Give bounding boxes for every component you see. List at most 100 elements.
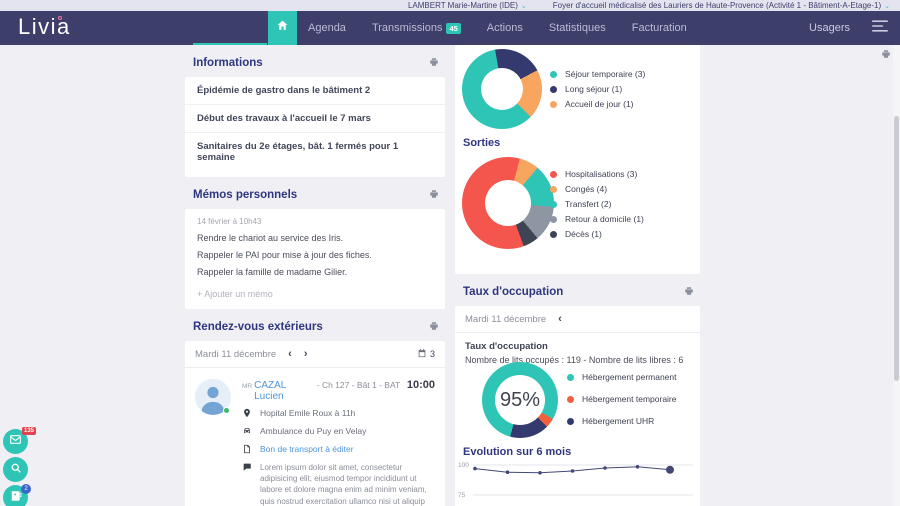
data-point[interactable] — [571, 469, 575, 473]
prev-day-button[interactable]: ‹ — [558, 313, 562, 325]
appointment-body: MrCAZAL Lucien- Ch 127 - Bât 1 - BAT 110… — [242, 379, 435, 506]
facility-menu[interactable]: Foyer d'accueil médicalisé des Lauriers … — [553, 1, 890, 10]
rdv-card: Mardi 11 décembre ‹ › 3 MrCAZAL Lucien- … — [185, 341, 445, 506]
legend-item[interactable]: Retour à domicile (1) — [550, 214, 644, 224]
nav-menu: Agenda Transmissions45 Actions Statistiques… — [308, 11, 713, 45]
room-info: - Ch 127 - Bât 1 - BAT 1 — [317, 380, 401, 390]
data-point[interactable] — [636, 465, 640, 469]
search-button[interactable] — [3, 457, 28, 482]
resident-avatar — [195, 379, 231, 415]
print-icon[interactable] — [429, 318, 439, 336]
appointment-row[interactable]: MrCAZAL Lucien- Ch 127 - Bât 1 - BAT 110… — [185, 368, 445, 506]
floating-actions: 135 2 — [3, 429, 28, 506]
nav-item-facturation[interactable]: Facturation — [632, 22, 687, 34]
legend-label: Hébergement permanent — [582, 372, 677, 382]
legend-dot — [550, 171, 557, 178]
civility-label: Mr — [242, 383, 252, 390]
home-icon — [276, 19, 289, 37]
nav-item-agenda[interactable]: Agenda — [308, 22, 346, 34]
right-column: Séjour temporaire (3) Long séjour (1) Accu… — [455, 45, 700, 506]
search-icon — [10, 461, 22, 479]
contacts-button[interactable]: 2 — [3, 485, 28, 506]
transport-icon — [242, 426, 252, 438]
add-memo-button[interactable]: + Ajouter un mémo — [197, 289, 433, 299]
appointment-detail-row: Lorem ipsum dolor sit amet, consectetur … — [242, 462, 435, 506]
legend-item[interactable]: Hébergement UHR — [567, 416, 677, 426]
information-item[interactable]: Début des travaux à l'accueil le 7 mars — [185, 105, 445, 133]
contact-card-icon — [10, 489, 22, 506]
nav-badge: 45 — [446, 23, 460, 34]
data-point[interactable] — [538, 471, 542, 475]
memo-item[interactable]: Rendre le chariot au service des Iris. — [197, 233, 433, 243]
legend-item[interactable]: Congés (4) — [550, 184, 644, 194]
app-logo[interactable]: Livia — [18, 14, 71, 40]
messages-button[interactable]: 135 — [3, 429, 28, 454]
entrees-donut-chart[interactable] — [462, 49, 542, 129]
legend-item[interactable]: Long séjour (1) — [550, 84, 645, 94]
data-point[interactable] — [666, 466, 674, 474]
legend-dot — [550, 101, 557, 108]
legend-item[interactable]: Décès (1) — [550, 229, 644, 239]
legend-label: Transfert (2) — [565, 199, 611, 209]
main-navbar: Livia Agenda Transmissions45 Actions Statis… — [0, 11, 900, 45]
user-name: LAMBERT Marie-Martine (IDE) — [408, 1, 518, 10]
print-icon[interactable] — [429, 186, 439, 204]
nav-item-actions[interactable]: Actions — [487, 22, 523, 34]
information-item[interactable]: Épidémie de gastro dans le bâtiment 2 — [185, 77, 445, 105]
occupation-card: Mardi 11 décembre ‹ Taux d'occupation No… — [455, 306, 700, 506]
legend-label: Long séjour (1) — [565, 84, 622, 94]
document-icon — [242, 444, 252, 456]
nav-item-label: Actions — [487, 22, 523, 34]
scrollbar-thumb[interactable] — [894, 116, 899, 381]
legend-item[interactable]: Hébergement temporaire — [567, 394, 677, 404]
memo-item[interactable]: Rappeler le PAI pour mise à jour des fic… — [197, 250, 433, 260]
chevron-down-icon: ⌄ — [521, 2, 527, 10]
movements-card: Séjour temporaire (3) Long séjour (1) Accu… — [455, 45, 700, 274]
prev-day-button[interactable]: ‹ — [288, 348, 292, 360]
data-point[interactable] — [473, 467, 477, 471]
memos-card: 14 février à 10h43 Rendre le chariot au … — [185, 209, 445, 309]
legend-item[interactable]: Hospitalisations (3) — [550, 169, 644, 179]
user-menu[interactable]: LAMBERT Marie-Martine (IDE) ⌄ — [408, 1, 527, 10]
memos-title: Mémos personnels — [193, 189, 297, 201]
legend-item[interactable]: Transfert (2) — [550, 199, 644, 209]
nav-item-statistiques[interactable]: Statistiques — [549, 22, 606, 34]
evolution-line-chart[interactable]: 10075 — [457, 457, 697, 506]
legend-item[interactable]: Séjour temporaire (3) — [550, 69, 645, 79]
memo-item[interactable]: Rappeler la famille de madame Gilier. — [197, 267, 433, 277]
appointment-detail-row: Bon de transport à éditer — [242, 444, 435, 456]
print-icon[interactable] — [684, 283, 694, 301]
nav-home-button[interactable] — [268, 11, 297, 45]
print-icon[interactable] — [429, 54, 439, 72]
occupation-legend: Hébergement permanent Hébergement tempora… — [567, 372, 677, 426]
transport-voucher-link[interactable]: Bon de transport à éditer — [260, 444, 354, 454]
rdv-count[interactable]: 3 — [417, 348, 435, 360]
nav-item-transmissions[interactable]: Transmissions45 — [372, 22, 461, 34]
legend-label: Séjour temporaire (3) — [565, 69, 645, 79]
legend-item[interactable]: Accueil de jour (1) — [550, 99, 645, 109]
comment-icon — [242, 462, 252, 474]
occupation-subtitle: Taux d'occupation — [465, 341, 690, 352]
next-day-button[interactable]: › — [304, 348, 308, 360]
rdv-count-value: 3 — [430, 349, 435, 359]
information-item[interactable]: Sanitaires du 2e étages, bât. 1 fermés p… — [185, 133, 445, 171]
occupation-title: Taux d'occupation — [463, 286, 563, 298]
rdv-title: Rendez-vous extérieurs — [193, 321, 323, 333]
page-print-icon[interactable] — [881, 46, 891, 64]
legend-dot — [567, 396, 574, 403]
legend-dot — [550, 231, 557, 238]
data-point[interactable] — [506, 470, 510, 474]
legend-label: Décès (1) — [565, 229, 602, 239]
resident-name-link[interactable]: CAZAL Lucien — [254, 380, 314, 402]
legend-dot — [550, 71, 557, 78]
legend-dot — [550, 201, 557, 208]
sorties-legend: Hospitalisations (3) Congés (4) Transfert … — [550, 169, 644, 239]
data-point[interactable] — [603, 466, 607, 470]
legend-dot — [550, 216, 557, 223]
nav-usagers-button[interactable]: Usagers — [809, 22, 850, 34]
sorties-donut-chart[interactable] — [462, 157, 554, 249]
menu-icon[interactable] — [872, 19, 888, 37]
legend-item[interactable]: Hébergement permanent — [567, 372, 677, 382]
entrees-legend: Séjour temporaire (3) Long séjour (1) Accu… — [550, 69, 645, 109]
mail-icon — [9, 433, 22, 451]
